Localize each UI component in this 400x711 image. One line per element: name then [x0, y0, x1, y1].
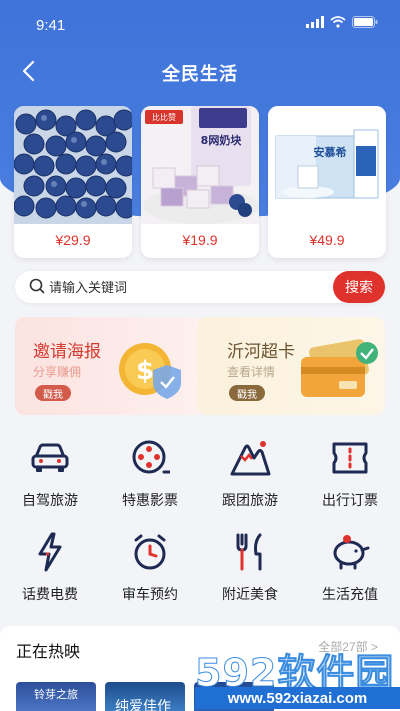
product-card[interactable]: ¥29.9: [14, 106, 132, 258]
promo-button[interactable]: 戳我: [35, 385, 71, 401]
credit-card-icon: [301, 339, 378, 397]
product-price: ¥29.9: [55, 232, 91, 248]
promo-yihe-card[interactable]: 沂河超卡 查看详情 戳我: [197, 317, 385, 415]
service-label: 跟团旅游: [222, 492, 278, 508]
service-label: 出行订票: [322, 492, 378, 508]
search-input[interactable]: [49, 277, 339, 297]
piggy-bank-icon: [333, 535, 370, 570]
promo-button[interactable]: 戳我: [229, 385, 265, 401]
fork-knife-icon: [236, 533, 262, 571]
status-bar: 9:41: [0, 0, 400, 48]
service-life-recharge[interactable]: 生活充值: [300, 530, 400, 610]
promo-subtitle: 分享赚佣: [33, 365, 82, 379]
section-title: 正在热映: [16, 644, 81, 661]
service-label: 生活充值: [322, 586, 378, 602]
watermark-url: www.592xiazai.com: [195, 687, 400, 709]
service-nearby-food[interactable]: 附近美食: [200, 530, 300, 610]
promo-title: 邀请海报: [33, 342, 101, 361]
system-icons: [306, 16, 378, 28]
service-label: 自驾旅游: [22, 492, 78, 508]
product-price: ¥19.9: [182, 232, 218, 248]
poster-title: 纯爱佳作: [115, 698, 171, 711]
service-utility-bills[interactable]: 话费电费: [0, 530, 100, 610]
product-carousel: ¥29.9 比比赞 8网奶块 ¥19.9 安慕希 ¥49.9: [14, 106, 386, 258]
lightning-icon: [38, 532, 62, 572]
status-time: 9:41: [36, 17, 66, 34]
car-icon: [31, 443, 69, 472]
watermark: 592软件园 www.592xiazai.com: [194, 642, 400, 711]
service-travel-tickets[interactable]: 出行订票: [300, 436, 400, 516]
yogurt-box-image: 安慕希: [268, 106, 386, 224]
service-label: 话费电费: [22, 586, 78, 602]
service-vehicle-inspection[interactable]: 审车预约: [100, 530, 200, 610]
poster-title: 铃芽之旅: [34, 689, 78, 701]
svg-text:8网奶块: 8网奶块: [201, 133, 243, 147]
promo-invite-poster[interactable]: 邀请海报 分享赚佣 戳我 $: [15, 317, 203, 415]
mountain-icon: [230, 441, 271, 476]
movie-poster[interactable]: 铃芽之旅: [16, 682, 96, 711]
search-button[interactable]: 搜索: [333, 271, 385, 303]
svg-text:安慕希: 安慕希: [314, 145, 347, 159]
service-grid: 自驾旅游 特惠影票 跟团旅游 出行订票 话费电费 审车预约 附近美食 生活充值: [0, 436, 400, 610]
yogurt-cubes-image: 比比赞 8网奶块: [141, 106, 259, 224]
nav-bar: 全民生活: [0, 52, 400, 92]
search-bar: 搜索: [15, 271, 385, 303]
product-price: ¥49.9: [309, 232, 345, 248]
movie-poster[interactable]: 纯爱佳作: [105, 682, 185, 711]
ticket-icon: [332, 442, 368, 474]
service-label: 特惠影票: [122, 492, 178, 508]
coin-shield-icon: $: [119, 343, 181, 399]
promo-subtitle: 查看详情: [227, 365, 276, 379]
service-label: 审车预约: [122, 586, 178, 602]
blueberries-image: [14, 106, 132, 224]
service-group-tour[interactable]: 跟团旅游: [200, 436, 300, 516]
film-reel-icon: [132, 440, 170, 474]
service-self-drive[interactable]: 自驾旅游: [0, 436, 100, 516]
search-icon: [29, 278, 45, 294]
product-card[interactable]: 安慕希 ¥49.9: [268, 106, 386, 258]
battery-icon: [352, 16, 378, 28]
promo-title: 沂河超卡: [227, 342, 295, 361]
product-card[interactable]: 比比赞 8网奶块 ¥19.9: [141, 106, 259, 258]
alarm-clock-icon: [134, 534, 166, 570]
signal-icon: [306, 16, 324, 28]
wifi-icon: [330, 16, 346, 28]
service-movie-tickets[interactable]: 特惠影票: [100, 436, 200, 516]
page-title: 全民生活: [162, 64, 238, 84]
service-label: 附近美食: [222, 586, 278, 602]
brand-logo-text: 比比赞: [152, 112, 176, 122]
svg-text:$: $: [136, 356, 154, 386]
